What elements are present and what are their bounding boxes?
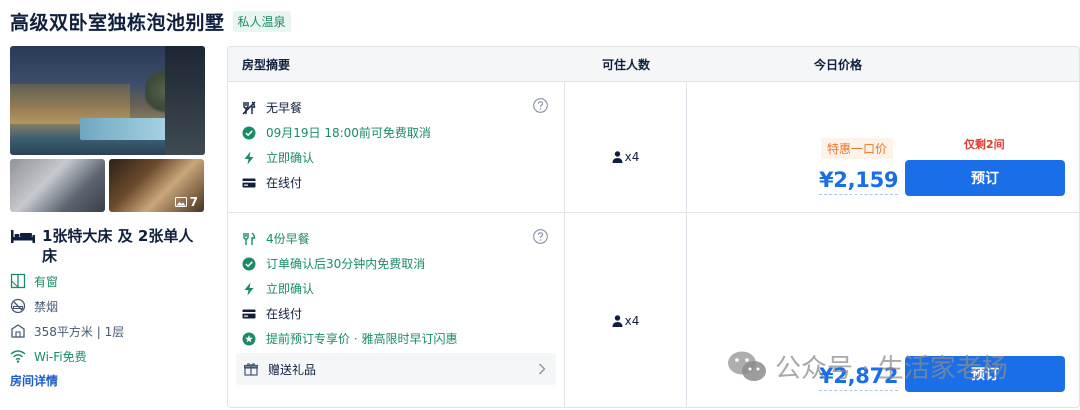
payment-policy: 在线付 [242, 301, 564, 326]
occupancy: x4 [612, 233, 640, 407]
room-title: 高级双卧室独栋泡池别墅 [10, 12, 225, 34]
policy-text: 在线付 [266, 307, 303, 321]
cancellation-policy: 09月19日 18:00前可免费取消 [242, 120, 564, 145]
rate-summary: 4份早餐 订单确认后30分钟内免费取消 立即确认 在线付 提前预订专享价 · 雅… [228, 213, 565, 407]
gift-row[interactable]: 赠送礼品 [236, 353, 556, 385]
photo-count: 7 [189, 195, 198, 209]
header-summary: 房型摘要 [242, 57, 291, 72]
room-thumbnail[interactable] [10, 159, 105, 212]
table-header: 房型摘要 可住人数 今日价格 [228, 47, 1079, 82]
lightning-icon [244, 151, 254, 164]
policy-text: 立即确认 [266, 282, 315, 296]
photo-count-badge: 7 [174, 195, 198, 209]
confirmation-policy: 立即确认 [242, 145, 564, 170]
price[interactable]: ¥2,872 [819, 364, 899, 391]
window-icon [10, 273, 26, 289]
price-cell: ¥2,872 预订 [687, 213, 1079, 407]
card-icon [242, 309, 256, 318]
policy-text: 立即确认 [266, 151, 315, 165]
table-row: 4份早餐 订单确认后30分钟内免费取消 立即确认 在线付 提前预订专享价 · 雅… [228, 213, 1079, 407]
no-smoking-icon [10, 298, 26, 314]
room-main-photo[interactable] [10, 46, 205, 155]
person-icon [612, 314, 623, 327]
confirmation-policy: 立即确认 [242, 276, 564, 301]
gift-icon [244, 363, 258, 376]
header-occupancy: 可住人数 [601, 57, 650, 72]
image-icon [174, 197, 187, 207]
facility-wifi: Wi-Fi免费 [10, 346, 205, 366]
policy-text: 在线付 [266, 176, 303, 190]
gift-label: 赠送礼品 [268, 362, 317, 377]
book-button[interactable]: 预订 [905, 160, 1065, 196]
deal-tag: 特惠一口价 [821, 138, 894, 159]
cancellation-policy: 订单确认后30分钟内免费取消 [242, 251, 564, 276]
photo-thumbnails: 7 [10, 159, 205, 212]
no-breakfast-icon [242, 100, 256, 114]
table-row: 无早餐 09月19日 18:00前可免费取消 立即确认 在线付 x4 特惠一口价… [228, 82, 1079, 213]
occupancy-cell: x4 [565, 213, 687, 407]
facility-area: 358平方米 | 1层 [10, 321, 205, 341]
facility-label: 358平方米 | 1层 [34, 324, 125, 339]
card-icon [242, 178, 256, 187]
meal-policy: 4份早餐 [242, 226, 564, 251]
facility-label: 有窗 [34, 274, 59, 289]
rate-table: 房型摘要 可住人数 今日价格 无早餐 09月19日 18:00前可免费取消 立即… [227, 46, 1080, 408]
info-icon[interactable] [533, 229, 548, 244]
info-icon[interactable] [533, 98, 548, 113]
policy-text: 提前预订专享价 · 雅高限时早订闪惠 [266, 332, 458, 346]
facility-label: 禁烟 [34, 299, 59, 314]
facility-window: 有窗 [10, 271, 205, 291]
occupancy-count: x4 [624, 313, 640, 328]
room-info-panel: 7 1张特大床 及 2张单人床 有窗 禁烟 358平方米 | 1层 Wi-Fi免… [10, 46, 205, 389]
policy-text: 4份早餐 [266, 232, 310, 246]
chevron-right-icon [539, 363, 546, 375]
person-icon [612, 151, 623, 163]
area-icon [11, 324, 25, 338]
book-button[interactable]: 预订 [905, 356, 1065, 392]
star-badge-icon [242, 332, 256, 345]
bed-icon [11, 230, 35, 243]
room-detail-link[interactable]: 房间详情 [10, 372, 205, 389]
facility-label: Wi-Fi免费 [34, 349, 87, 364]
occupancy: x4 [612, 102, 640, 212]
policy-text: 09月19日 18:00前可免费取消 [266, 126, 431, 140]
rate-summary: 无早餐 09月19日 18:00前可免费取消 立即确认 在线付 [228, 82, 565, 212]
room-header: 高级双卧室独栋泡池别墅 私人温泉 [10, 8, 291, 35]
promotion-policy: 提前预订专享价 · 雅高限时早订闪惠 [242, 326, 564, 351]
check-circle-icon [242, 257, 256, 270]
occupancy-count: x4 [624, 150, 640, 164]
check-circle-icon [242, 126, 256, 139]
policy-text: 无早餐 [266, 101, 303, 115]
breakfast-icon [243, 231, 256, 245]
price[interactable]: ¥2,159 [819, 168, 899, 195]
header-price: 今日价格 [813, 57, 862, 72]
payment-policy: 在线付 [242, 170, 564, 195]
hotspring-tag: 私人温泉 [232, 11, 291, 32]
wifi-icon [10, 350, 26, 363]
meal-policy: 无早餐 [242, 95, 564, 120]
occupancy-cell: x4 [565, 82, 687, 212]
facility-no-smoking: 禁烟 [10, 296, 205, 316]
bed-info: 1张特大床 及 2张单人床 [10, 226, 205, 266]
lightning-icon [244, 282, 254, 295]
price-cell: 特惠一口价 ¥2,159 仅剩2间 预订 [687, 82, 1079, 212]
rooms-remaining: 仅剩2间 [964, 138, 1005, 151]
bed-description: 1张特大床 及 2张单人床 [42, 227, 194, 265]
room-thumbnail[interactable]: 7 [109, 159, 204, 212]
policy-text: 订单确认后30分钟内免费取消 [266, 257, 426, 271]
